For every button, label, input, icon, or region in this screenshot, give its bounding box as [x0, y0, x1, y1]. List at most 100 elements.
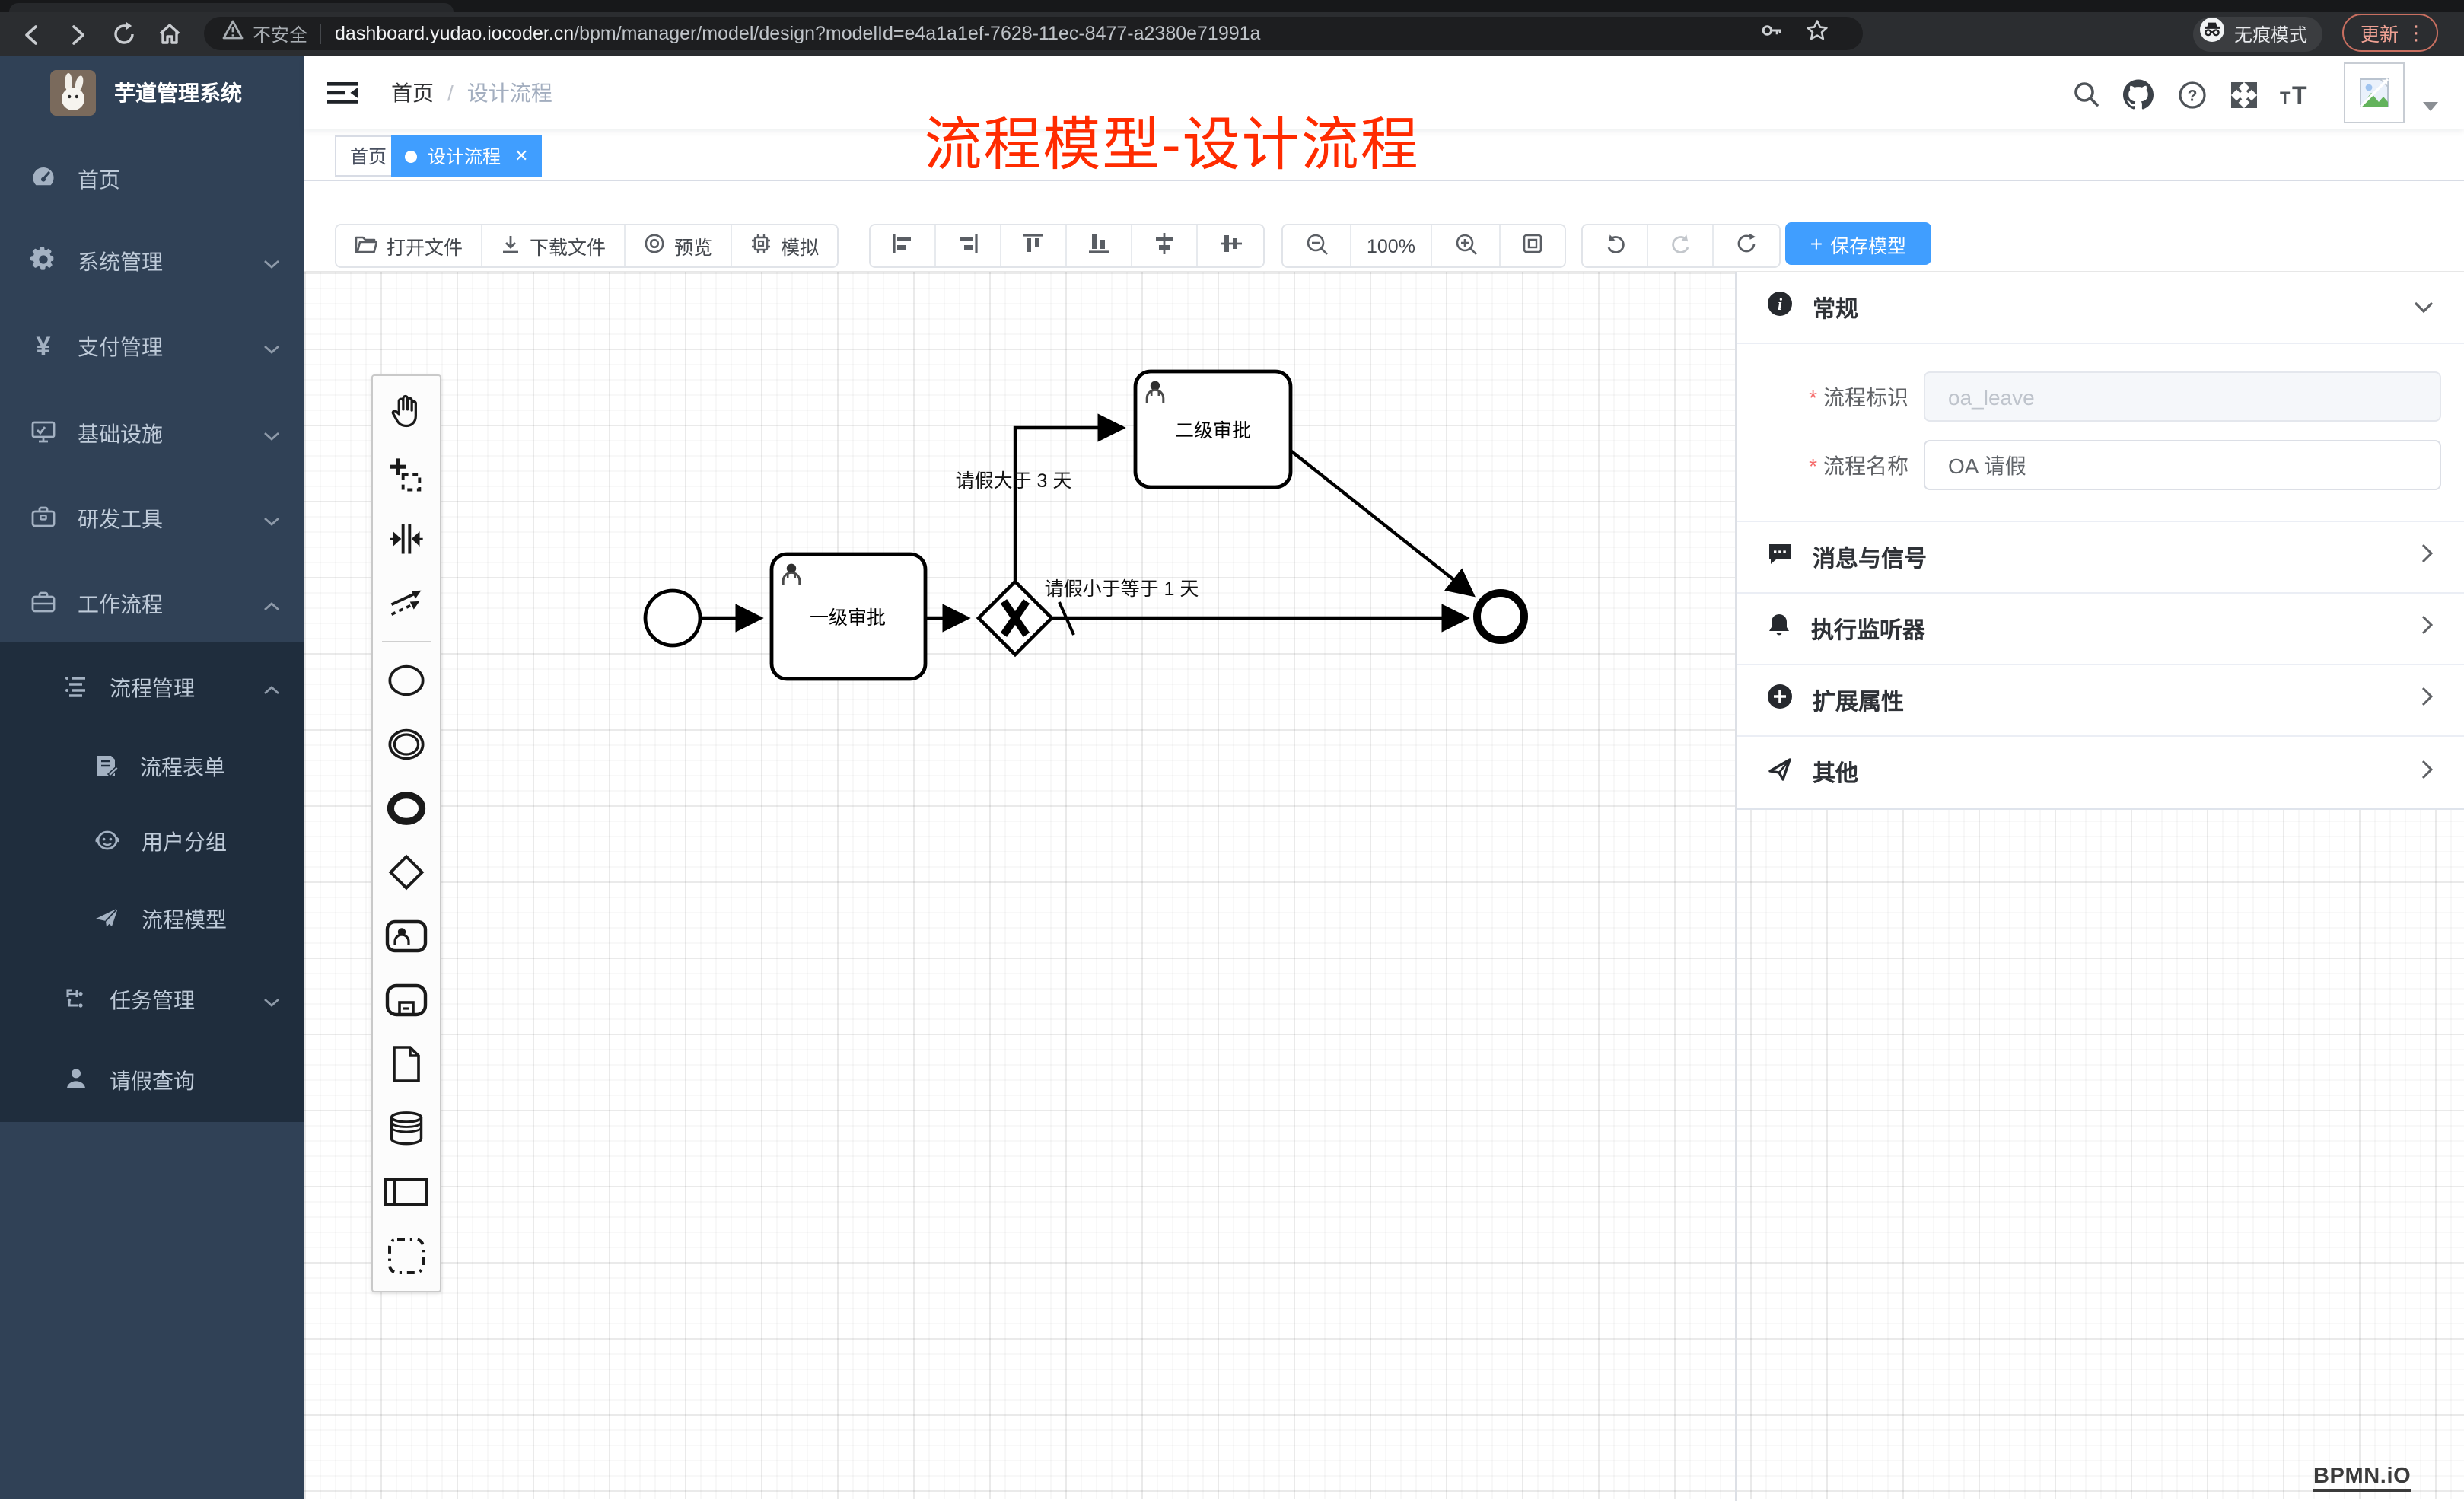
forward-icon[interactable] — [58, 14, 97, 54]
bpmn-start-event[interactable] — [645, 591, 700, 645]
preview-button[interactable]: 预览 — [626, 225, 732, 266]
create-data-store[interactable] — [373, 1096, 440, 1160]
create-subprocess[interactable] — [373, 968, 440, 1032]
sequence-flow-task2-to-end[interactable] — [1291, 451, 1473, 595]
download-file-button[interactable]: 下载文件 — [482, 225, 626, 266]
avatar-caret-icon[interactable] — [2423, 102, 2438, 111]
panel-section-extended-attributes[interactable]: 扩展属性 — [1737, 665, 2464, 737]
bpmn-exclusive-gateway[interactable] — [979, 582, 1052, 655]
sidebar-item-process-model[interactable]: 流程模型 — [0, 881, 304, 958]
save-model-button[interactable]: + 保存模型 — [1785, 222, 1931, 265]
font-size-icon[interactable]: TT — [2278, 78, 2318, 111]
bpmn-user-task-level2[interactable]: 二级审批 — [1135, 371, 1291, 487]
fit-viewport-button[interactable] — [1501, 225, 1565, 266]
sidebar-item-dev-tools[interactable]: 研发工具 — [0, 481, 304, 557]
process-key-input[interactable] — [1924, 371, 2441, 422]
align-center-vertical-button[interactable] — [1198, 225, 1263, 266]
sequence-flow-gateway-to-end[interactable] — [1052, 602, 1467, 635]
simulate-button[interactable]: 模拟 — [732, 225, 837, 266]
url-bar[interactable]: 不安全 dashboard.yudao.iocoder.cn/bpm/manag… — [204, 17, 1863, 50]
zoom-level[interactable]: 100% — [1351, 225, 1432, 266]
lasso-tool[interactable] — [373, 443, 440, 507]
sidebar-item-user-group[interactable]: 用户分组 — [0, 804, 304, 880]
search-icon[interactable] — [2070, 78, 2103, 111]
tab-close-icon[interactable]: ✕ — [514, 146, 528, 166]
create-user-task[interactable] — [373, 904, 440, 968]
home-icon[interactable] — [149, 14, 189, 54]
breadcrumb-current: 设计流程 — [467, 78, 552, 108]
create-participant[interactable] — [373, 1160, 440, 1224]
update-button[interactable]: 更新 ⋮ — [2342, 14, 2438, 52]
align-right-button[interactable] — [936, 225, 1001, 266]
create-start-event[interactable] — [373, 649, 440, 712]
sidebar-item-system[interactable]: 系统管理 — [0, 224, 304, 300]
align-center-horizontal-button[interactable] — [1132, 225, 1198, 266]
browser-tab[interactable] — [9, 3, 454, 12]
breadcrumb-home[interactable]: 首页 — [391, 78, 434, 108]
undo-button[interactable] — [1583, 225, 1648, 266]
space-tool[interactable] — [373, 507, 440, 571]
align-top-button[interactable] — [1001, 225, 1067, 266]
zoom-in-button[interactable] — [1432, 225, 1501, 266]
undo-icon — [1603, 233, 1626, 259]
fullscreen-icon[interactable] — [2227, 78, 2260, 111]
sidebar-item-label: 研发工具 — [78, 504, 163, 534]
open-file-button[interactable]: 打开文件 — [336, 225, 482, 266]
sidebar-item-process-manage[interactable]: 流程管理 — [0, 650, 304, 726]
update-label[interactable]: 更新 — [2361, 18, 2399, 47]
chevron-up-icon — [263, 592, 280, 617]
dashboard-icon — [30, 164, 56, 195]
tab-design-process[interactable]: 设计流程 ✕ — [391, 135, 542, 177]
hand-tool[interactable] — [373, 379, 440, 443]
create-data-object[interactable] — [373, 1032, 440, 1096]
section-label: 其他 — [1813, 757, 1858, 789]
url-path[interactable]: /bpm/manager/model/design?modelId=e4a1a1… — [574, 23, 1260, 44]
bpmn-end-event[interactable] — [1477, 593, 1524, 640]
redo-button[interactable] — [1648, 225, 1714, 266]
avatar[interactable] — [2344, 62, 2405, 123]
restart-button[interactable] — [1714, 225, 1779, 266]
sidebar-item-leave-query[interactable]: 请假查询 — [0, 1043, 304, 1119]
bookmark-star-icon[interactable] — [1805, 18, 1829, 49]
zoom-out-button[interactable] — [1283, 225, 1351, 266]
panel-section-message-signal[interactable]: 消息与信号 — [1737, 522, 2464, 594]
github-icon[interactable] — [2122, 78, 2155, 111]
browser-menu-icon[interactable]: ⋮ — [2406, 21, 2426, 45]
panel-section-execution-listener[interactable]: 执行监听器 — [1737, 594, 2464, 665]
sidebar-item-payment[interactable]: ¥ 支付管理 — [0, 309, 304, 385]
align-bottom-icon — [1088, 233, 1109, 259]
chevron-down-icon[interactable] — [2414, 294, 2434, 321]
create-exclusive-gateway[interactable] — [373, 840, 440, 904]
global-connect-tool[interactable] — [373, 571, 440, 635]
hamburger-icon[interactable] — [326, 76, 359, 110]
browser-chrome: 不安全 dashboard.yudao.iocoder.cn/bpm/manag… — [0, 0, 2464, 56]
sidebar-item-task-manage[interactable]: 任务管理 — [0, 962, 304, 1038]
sidebar-item-workflow[interactable]: 工作流程 — [0, 566, 304, 642]
sidebar-logo[interactable]: 芋道管理系统 — [0, 56, 304, 129]
align-left-button[interactable] — [871, 225, 936, 266]
help-icon[interactable]: ? — [2175, 78, 2208, 111]
bpmn-canvas[interactable]: 请假大于 3 天 请假小于等于 1 天 一级审批 二级审批 — [304, 271, 2464, 1499]
bpmn-io-watermark[interactable]: BPMN.iO — [2313, 1464, 2411, 1492]
panel-section-general[interactable]: i 常规 — [1737, 272, 2464, 344]
align-left-icon — [892, 233, 913, 259]
url-host[interactable]: dashboard.yudao.iocoder.cn — [335, 23, 574, 44]
create-end-event[interactable] — [373, 776, 440, 840]
bpmn-user-task-level1[interactable]: 一级审批 — [772, 554, 925, 679]
reload-icon[interactable] — [103, 14, 143, 54]
sidebar-item-infrastructure[interactable]: 基础设施 — [0, 396, 304, 472]
back-icon[interactable] — [12, 14, 52, 54]
security-label[interactable]: 不安全 — [253, 21, 307, 46]
create-group[interactable] — [373, 1224, 440, 1288]
sidebar-item-process-form[interactable]: 流程表单 — [0, 729, 304, 805]
panel-section-other[interactable]: 其他 — [1737, 737, 2464, 808]
create-intermediate-event[interactable] — [373, 712, 440, 776]
flow-label-less-equal-1-day[interactable]: 请假小于等于 1 天 — [1045, 578, 1199, 600]
process-name-input[interactable] — [1924, 440, 2441, 490]
sequence-flow-gateway-to-task2[interactable] — [1015, 428, 1123, 582]
align-bottom-button[interactable] — [1067, 225, 1132, 266]
svg-text:T: T — [2292, 81, 2307, 108]
sidebar-item-home[interactable]: 首页 — [0, 142, 304, 218]
key-icon[interactable] — [1759, 18, 1784, 49]
flow-label-greater-3-days[interactable]: 请假大于 3 天 — [956, 470, 1072, 492]
